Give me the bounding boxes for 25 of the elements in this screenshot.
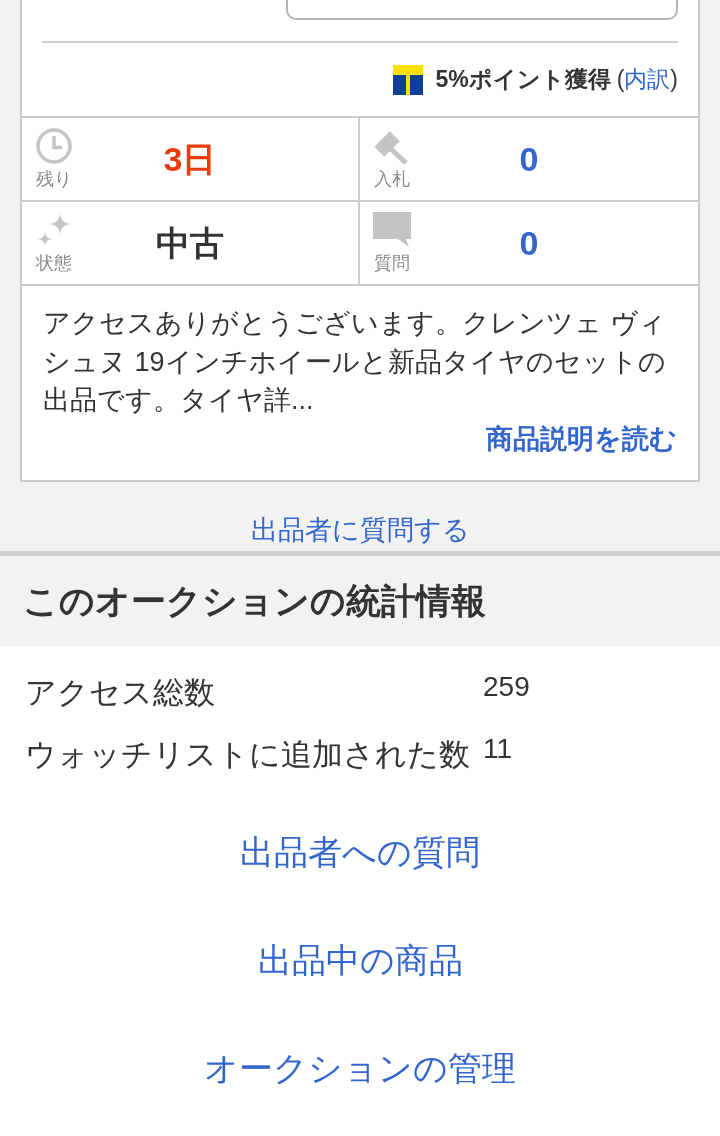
points-label: 5%ポイント獲得 [435, 65, 611, 95]
summary-label: 入札 [374, 168, 410, 190]
summary-label: 質問 [374, 252, 410, 274]
summary-value: 0 [519, 139, 539, 179]
summary-label: 残り [36, 168, 72, 190]
summary-label: 状態 [36, 252, 72, 274]
ask-seller-link[interactable]: 出品者に質問する [250, 513, 470, 546]
summary-value: 3日 [163, 139, 217, 179]
section-title: このオークションの統計情報 [23, 579, 486, 622]
clock-icon [36, 128, 72, 164]
nav-link[interactable]: 出品者への質問 [240, 829, 480, 874]
summary-value: 中古 [156, 223, 224, 263]
stat-label: ウォッチリストに追加された数 [25, 735, 471, 774]
read-description-link[interactable]: 商品説明を読む [486, 419, 677, 458]
nav-link[interactable]: 出品中の商品 [257, 937, 463, 982]
breakdown-link[interactable]: 内訳 [624, 66, 671, 93]
stat-label: アクセス総数 [25, 673, 216, 712]
breakdown-note: (内訳) [616, 65, 678, 95]
stat-value: 259 [483, 670, 530, 702]
speech-bubble-icon [373, 212, 411, 248]
t-letter-icon [393, 64, 424, 95]
stat-value: 11 [483, 732, 513, 764]
description-text: アクセスありがとうございます。クレンツェ ヴィシュヌ 19インチホイールと新品タイヤのセットの出品です。タイヤ詳... [43, 307, 667, 417]
summary-value: 0 [519, 223, 539, 263]
nav-link[interactable]: オークションの管理 [204, 1045, 516, 1090]
